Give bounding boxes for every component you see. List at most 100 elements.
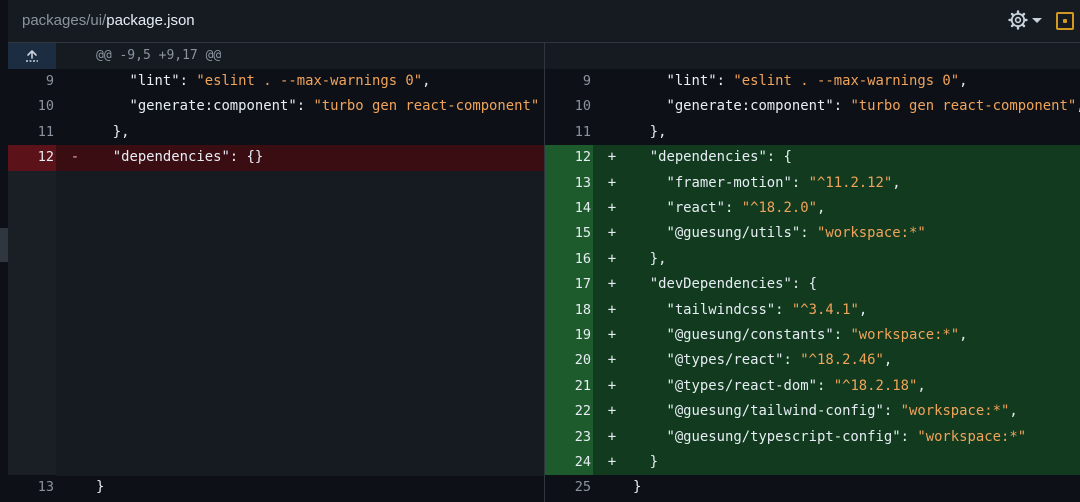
diff-marker: + [607,149,617,166]
expand-up-icon[interactable] [24,49,40,63]
code-line: "@types/react-dom": "^18.2.18", [633,377,926,394]
line-number[interactable]: 14 [545,196,593,222]
chevron-down-icon[interactable] [1032,18,1042,23]
diff-line-right-14: 14 + "react": "^18.2.0", [545,196,1080,222]
diff-line-left-10: 10 "generate:component": "turbo gen reac… [8,94,544,120]
diff-line-right-13: 13 + "framer-motion": "^11.2.12", [545,170,1080,196]
diff-marker: + [607,276,617,293]
line-number[interactable]: 25 [545,475,593,501]
code-line: "lint": "eslint . --max-warnings 0", [633,73,968,89]
diff-line-right-24: 24 + } [545,450,1080,476]
line-number[interactable]: 9 [8,69,56,95]
diff-line-right-20: 20 + "@types/react": "^18.2.46", [545,348,1080,374]
line-number[interactable]: 17 [545,272,593,298]
file-name: package.json [106,12,195,29]
code-line: "@guesung/constants": "workspace:*", [633,327,968,343]
diff-line-left-13: 13} [8,475,544,501]
line-number[interactable]: 19 [545,323,593,349]
code-line: } [633,479,642,496]
gear-icon[interactable] [1008,10,1028,30]
code-line: "tailwindcss": "^3.4.1", [633,301,868,318]
code-line: "@types/react": "^18.2.46", [633,352,893,369]
code-line: } [633,454,659,470]
left-empty-area [8,171,544,476]
diff-marker [605,69,619,94]
line-number[interactable]: 13 [8,475,56,501]
diff-marker [605,475,619,500]
diff-line-left-12: 12- "dependencies": {} [8,145,544,171]
diff-view: packages/ui/package.json @@ -9,5 +9,17 @… [0,0,1080,502]
line-number[interactable]: 23 [545,424,593,450]
side-stripe [0,0,8,502]
diff-marker [605,120,619,145]
line-number[interactable]: 20 [545,348,593,374]
diff-marker: + [607,454,617,470]
hunk-expand-gutter[interactable] [8,43,56,69]
code-line: "@guesung/tailwind-config": "workspace:*… [633,403,1018,420]
code-line: "generate:component": "turbo gen react-c… [96,98,540,115]
line-number[interactable]: 10 [545,94,593,120]
diff-line-right-10: 10 "generate:component": "turbo gen reac… [545,94,1080,120]
diff-line-right-11: 11 }, [545,119,1080,146]
diff-marker: + [607,403,617,420]
view-file-icon[interactable] [1056,12,1074,30]
line-number[interactable]: 9 [545,69,593,95]
code-line: "lint": "eslint . --max-warnings 0", [96,73,431,89]
code-line: "dependencies": {} [96,149,264,166]
code-line: "@guesung/utils": "workspace:*" [633,225,926,242]
line-number[interactable]: 18 [545,297,593,323]
diff-marker: + [607,377,617,394]
diff-line-right-25: 25} [545,475,1080,501]
code-line: "dependencies": { [633,149,792,166]
line-number[interactable]: 24 [545,450,593,476]
diff-marker [68,475,82,500]
diff-marker [68,120,82,145]
code-line: "generate:component": "turbo gen react-c… [633,98,1080,115]
diff-marker: + [607,428,617,445]
diff-line-right-22: 22 + "@guesung/tailwind-config": "workspa… [545,399,1080,425]
file-path[interactable]: packages/ui/package.json [22,12,195,29]
line-number[interactable]: 12 [545,145,593,171]
diff-line-right-17: 17 + "devDependencies": { [545,272,1080,298]
line-number[interactable]: 11 [8,119,56,146]
code-line: }, [633,123,667,140]
code-line: "react": "^18.2.0", [633,200,826,216]
diff-marker: + [607,200,617,216]
diff-line-right-9: 9 "lint": "eslint . --max-warnings 0", [545,69,1080,95]
code-line: }, [96,123,130,140]
line-number[interactable]: 21 [545,373,593,400]
diff-marker [68,94,82,119]
line-number[interactable]: 22 [545,399,593,425]
code-line: "framer-motion": "^11.2.12", [633,174,901,191]
diff-line-right-23: 23 + "@guesung/typescript-config": "works… [545,424,1080,450]
line-number[interactable]: 10 [8,94,56,120]
line-number[interactable]: 16 [545,246,593,273]
diff-marker [605,94,619,119]
file-path-prefix: packages/ui/ [22,12,107,29]
diff-line-left-9: 9 "lint": "eslint . --max-warnings 0", [8,69,544,95]
line-number[interactable]: 13 [545,170,593,196]
line-number[interactable]: 11 [545,119,593,146]
code-line: "@guesung/typescript-config": "workspace… [633,428,1027,445]
scroll-marker[interactable] [0,228,8,262]
diff-line-right-21: 21 + "@types/react-dom": "^18.2.18", [545,373,1080,400]
code-line: } [96,479,105,496]
diff-marker [68,69,82,94]
hunk-range: @@ -9,5 +9,17 @@ [96,48,222,63]
code-line: "devDependencies": { [633,276,817,293]
diff-line-right-12: 12 + "dependencies": { [545,145,1080,171]
diff-line-right-19: 19 + "@guesung/constants": "workspace:*", [545,323,1080,349]
diff-marker: + [607,327,617,343]
file-header: packages/ui/package.json [8,0,1080,43]
diff-line-left-11: 11 }, [8,119,544,146]
diff-line-right-18: 18 + "tailwindcss": "^3.4.1", [545,297,1080,323]
diff-line-right-16: 16 + }, [545,246,1080,273]
line-number[interactable]: 12 [8,145,56,171]
code-line: }, [633,250,667,267]
diff-marker: + [607,301,617,318]
diff-marker: + [607,174,617,191]
diff-line-right-15: 15 + "@guesung/utils": "workspace:*" [545,221,1080,247]
line-number[interactable]: 15 [545,221,593,247]
diff-marker: + [607,225,617,242]
diff-marker: - [70,149,80,166]
